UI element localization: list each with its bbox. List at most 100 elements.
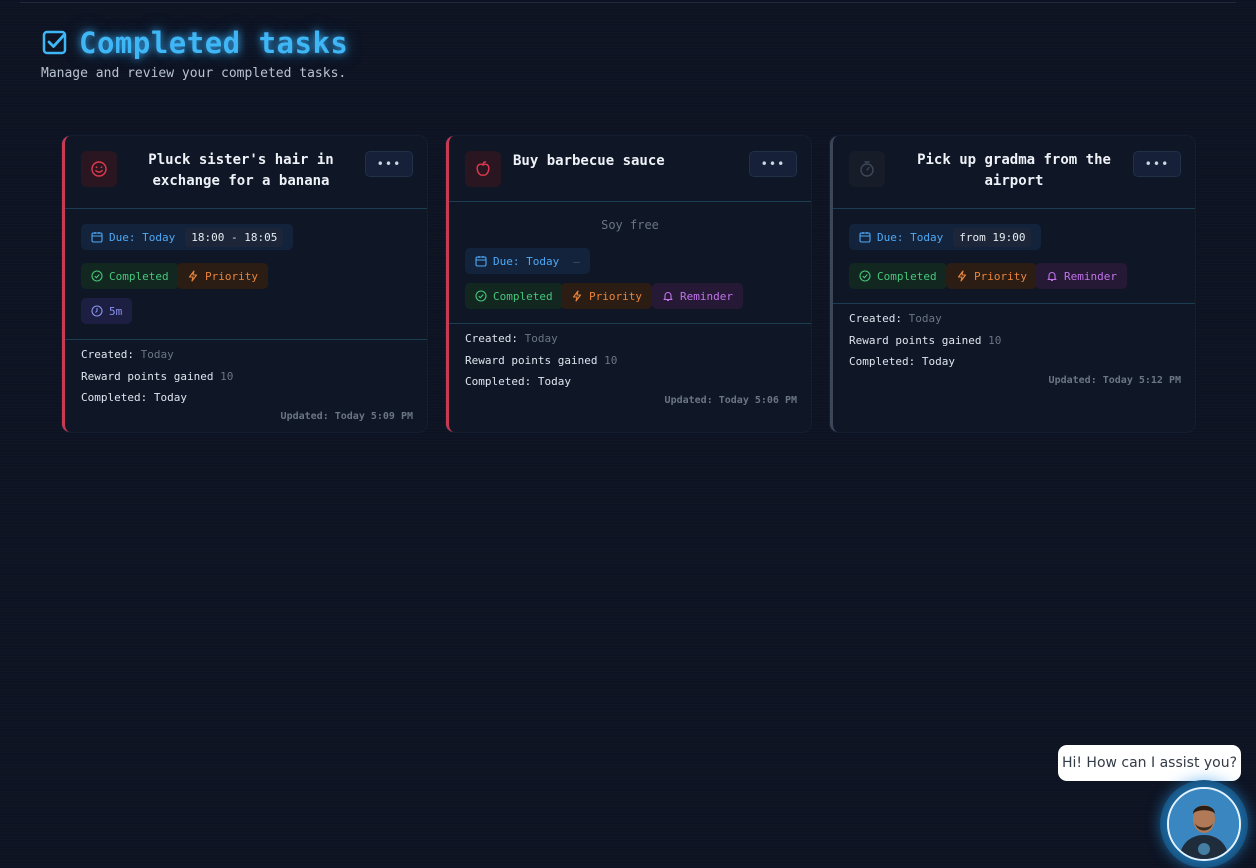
- reward-row: Reward points gained 10: [81, 366, 233, 388]
- card-header: Pick up gradma from the airport •••: [833, 136, 1195, 208]
- due-time: —: [573, 254, 580, 268]
- top-divider: [20, 2, 1236, 3]
- reward-label: Reward points gained: [849, 333, 982, 347]
- priority-label: Priority: [589, 289, 642, 303]
- more-options-button[interactable]: •••: [365, 151, 413, 177]
- due-badge: Due: Today 18:00 - 18:05: [81, 224, 294, 250]
- created-row: Created: Today: [81, 344, 233, 366]
- assistant-avatar-button[interactable]: [1160, 780, 1248, 868]
- task-title-line: exchange for a banana: [152, 173, 330, 189]
- due-label: Due: Today: [877, 230, 944, 244]
- timer-icon: [849, 151, 885, 187]
- lightning-icon: [572, 290, 582, 302]
- duration-badge: 5m: [81, 298, 133, 324]
- status-completed-badge: Completed: [465, 283, 563, 309]
- created-row: Created: Today: [849, 308, 1001, 330]
- duration-label: 5m: [109, 304, 123, 318]
- due-time: 18:00 - 18:05: [185, 227, 284, 247]
- reward-value: 10: [988, 333, 1002, 347]
- reward-value: 10: [604, 353, 618, 367]
- card-divider: [65, 208, 427, 209]
- created-value: Today: [140, 348, 174, 361]
- task-meta: Created: Today Reward points gained 10 C…: [849, 308, 1001, 373]
- created-label: Created:: [849, 312, 902, 325]
- priority-label: Priority: [974, 269, 1027, 283]
- card-divider: [833, 303, 1195, 304]
- updated-timestamp: Updated: Today 5:12 PM: [1048, 375, 1181, 386]
- created-row: Created: Today: [465, 328, 617, 350]
- priority-badge: Priority: [177, 263, 268, 289]
- clock-icon: [91, 305, 103, 317]
- card-divider: [833, 208, 1195, 209]
- lightning-icon: [188, 270, 198, 282]
- task-title: Pluck sister's hair in exchange for a ba…: [131, 150, 351, 192]
- due-badge: Due: Today from 19:00: [849, 224, 1042, 250]
- completed-row: Completed: Today: [465, 375, 571, 388]
- task-meta: Created: Today Reward points gained 10 C…: [81, 344, 233, 409]
- status-label: Completed: [109, 269, 169, 283]
- task-card[interactable]: Buy barbecue sauce ••• Soy free Due: Tod…: [446, 136, 811, 432]
- due-label: Due: Today: [493, 254, 560, 268]
- reward-value: 10: [220, 369, 234, 383]
- card-divider: [65, 339, 427, 340]
- reward-row: Reward points gained 10: [465, 350, 617, 372]
- status-label: Completed: [493, 289, 553, 303]
- avatar: [1167, 787, 1241, 861]
- created-label: Created:: [465, 332, 518, 345]
- reward-row: Reward points gained 10: [849, 330, 1001, 352]
- status-completed-badge: Completed: [81, 263, 179, 289]
- updated-timestamp: Updated: Today 5:09 PM: [280, 411, 413, 422]
- more-options-button[interactable]: •••: [1133, 151, 1181, 177]
- check-circle-icon: [859, 270, 871, 282]
- chat-greeting-bubble[interactable]: Hi! How can I assist you?: [1058, 745, 1241, 781]
- completed-row: Completed: Today: [81, 391, 187, 404]
- task-card[interactable]: Pick up gradma from the airport ••• Due:…: [830, 136, 1195, 432]
- reminder-label: Reminder: [680, 289, 733, 303]
- due-time: from 19:00: [953, 227, 1032, 247]
- calendar-icon: [859, 232, 871, 243]
- task-title: Buy barbecue sauce: [513, 153, 665, 169]
- check-circle-icon: [475, 290, 487, 302]
- bell-icon: [663, 292, 673, 302]
- completed-row: Completed: Today: [849, 355, 955, 368]
- task-title: Pick up gradma from the airport: [905, 150, 1123, 192]
- page-title: Completed tasks: [79, 26, 349, 60]
- reward-label: Reward points gained: [81, 369, 214, 383]
- calendar-icon: [91, 232, 103, 243]
- status-label: Completed: [877, 269, 937, 283]
- status-completed-badge: Completed: [849, 263, 947, 289]
- lightning-icon: [957, 270, 967, 282]
- task-notes: Soy free: [601, 218, 659, 232]
- updated-timestamp: Updated: Today 5:06 PM: [664, 395, 797, 406]
- reminder-label: Reminder: [1064, 269, 1117, 283]
- task-card[interactable]: Pluck sister's hair in exchange for a ba…: [62, 136, 427, 432]
- task-title-line: Pick up gradma from the: [917, 152, 1111, 168]
- bell-icon: [1047, 272, 1057, 282]
- priority-badge: Priority: [946, 263, 1037, 289]
- reminder-badge: Reminder: [652, 283, 743, 309]
- page-subtitle: Manage and review your completed tasks.: [41, 66, 347, 81]
- reminder-badge: Reminder: [1036, 263, 1127, 289]
- priority-badge: Priority: [561, 283, 652, 309]
- created-value: Today: [524, 332, 558, 345]
- check-circle-icon: [91, 270, 103, 282]
- title-row: Completed tasks: [41, 26, 348, 60]
- assistant-avatar-icon: [1169, 789, 1239, 859]
- more-options-button[interactable]: •••: [749, 151, 797, 177]
- checkbox-icon: [42, 30, 67, 55]
- card-divider: [449, 201, 811, 202]
- apple-icon: [465, 151, 501, 187]
- created-label: Created:: [81, 348, 134, 361]
- card-divider: [449, 323, 811, 324]
- card-header: Pluck sister's hair in exchange for a ba…: [65, 136, 427, 208]
- smile-icon: [81, 151, 117, 187]
- calendar-icon: [475, 256, 487, 267]
- task-title-line: Pluck sister's hair in: [148, 152, 334, 168]
- reward-label: Reward points gained: [465, 353, 598, 367]
- card-header: Buy barbecue sauce •••: [449, 136, 811, 202]
- page-header: Completed tasks Manage and review your c…: [41, 26, 348, 81]
- created-value: Today: [908, 312, 942, 325]
- priority-label: Priority: [205, 269, 258, 283]
- task-title-line: airport: [984, 173, 1044, 189]
- due-badge: Due: Today —: [465, 248, 590, 274]
